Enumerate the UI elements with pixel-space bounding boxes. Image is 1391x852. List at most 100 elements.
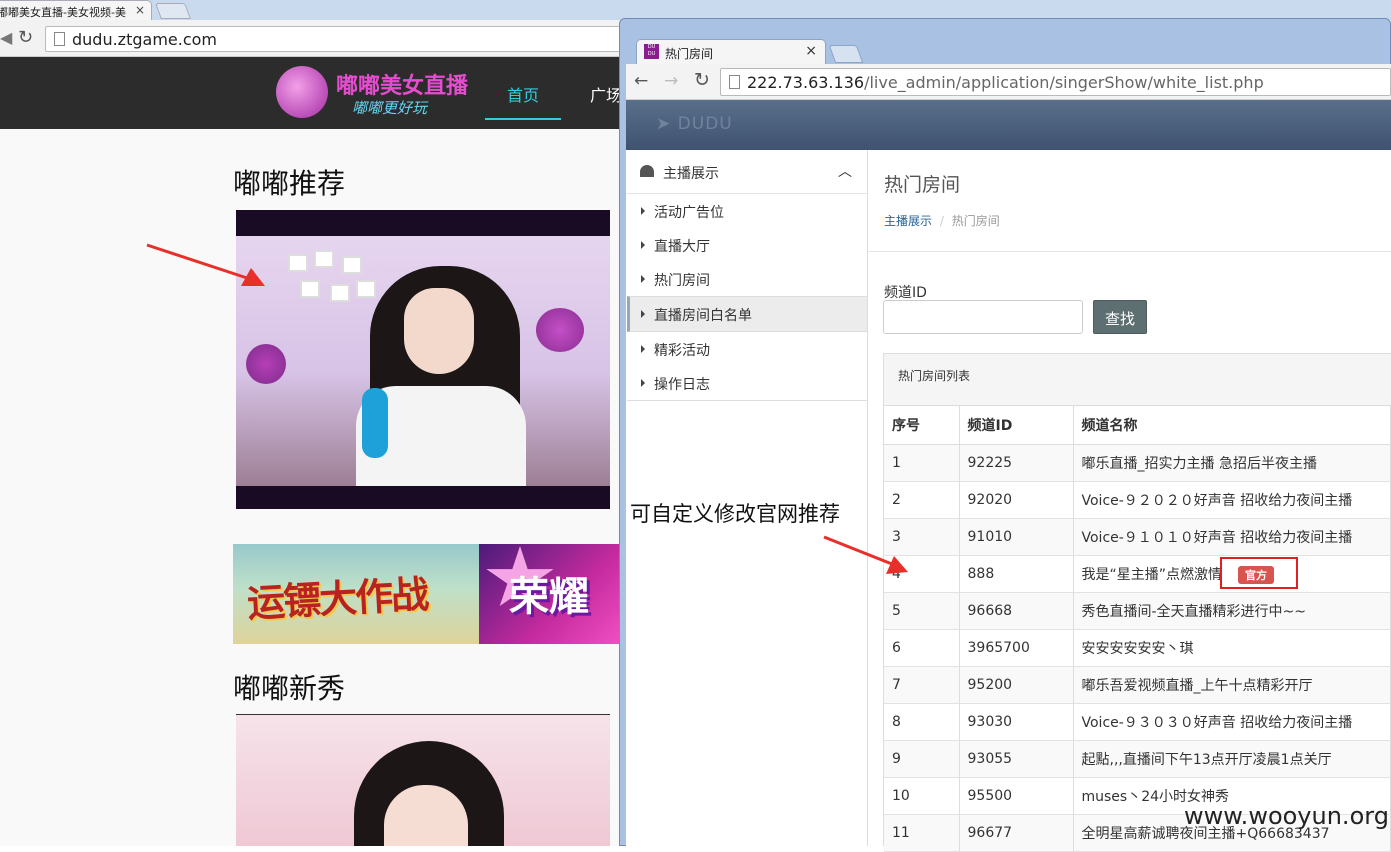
panel-title: 热门房间列表: [884, 354, 1391, 406]
recommended-stream-thumbnail[interactable]: [236, 210, 610, 509]
cell-channel-id-text: 92020: [967, 491, 1013, 508]
cell-no-text: 5: [892, 602, 901, 619]
sidebar-divider: [627, 400, 867, 401]
cell-no: 9: [884, 740, 960, 778]
cell-channel-name-text: Voice-９１０１０好声音 招收给力夜间主播: [1081, 529, 1353, 546]
table-row: 6 3965700 安安安安安安丶琪: [884, 629, 1391, 667]
sidebar-item-label: 直播大厅: [654, 239, 710, 255]
event-banner-glory[interactable]: 荣耀: [479, 544, 620, 644]
cell-channel-id: 96668: [959, 592, 1074, 630]
table-row: 2 92020 Voice-９２０２０好声音 招收给力夜间主播: [884, 481, 1391, 519]
column-header-channel-name: 频道名称: [1073, 406, 1391, 445]
back-browser-tab[interactable]: 嘟嘟美女直播-美女视频-美 ×: [0, 0, 152, 20]
cell-no-text: 1: [892, 454, 901, 471]
sidebar-item-label: 精彩活动: [654, 343, 710, 359]
cell-no-text: 11: [892, 824, 910, 841]
cell-no-text: 7: [892, 676, 901, 693]
cell-channel-name-text: 我是“星主播”点燃激情: [1081, 566, 1223, 583]
cell-no: 8: [884, 703, 960, 741]
caret-right-icon: [641, 275, 645, 283]
cell-no-text: 10: [892, 787, 910, 804]
cell-channel-name-text: 安安安安安安丶琪: [1081, 640, 1194, 657]
cell-channel-name-text: 起點,,,直播间下午13点开厅凌晨1点关厅: [1081, 751, 1332, 768]
caret-right-icon: [641, 345, 645, 353]
cell-channel-name-text: Voice-９３０３０好声音 招收给力夜间主播: [1081, 714, 1353, 731]
cell-channel-id: 93055: [959, 740, 1074, 778]
banner-glory-text: 荣耀: [509, 574, 589, 620]
caret-right-icon: [641, 241, 645, 249]
cell-no: 11: [884, 814, 960, 852]
cell-channel-name-text: 秀色直播间-全天直播精彩进行中~~: [1081, 603, 1307, 620]
front-browser-tab[interactable]: 热门房间 ×: [636, 39, 826, 65]
cell-channel-id-text: 3965700: [967, 639, 1030, 656]
sidebar-item-whitelist[interactable]: 直播房间白名单: [627, 296, 867, 332]
back-url-text: dudu.ztgame.com: [72, 30, 217, 49]
back-address-bar[interactable]: dudu.ztgame.com: [45, 26, 645, 52]
wall-photos: [286, 250, 378, 318]
cell-no-text: 2: [892, 491, 901, 508]
site-logo-title[interactable]: 嘟嘟美女直播: [336, 68, 468, 100]
nav-square-link[interactable]: 广场: [590, 82, 622, 106]
cell-channel-name: 嘟乐直播_招实力主播 急招后半夜主播: [1073, 444, 1391, 482]
chevron-up-icon[interactable]: ︿: [838, 161, 852, 181]
cell-channel-name-text: Voice-９２０２０好声音 招收给力夜间主播: [1081, 492, 1353, 509]
cell-channel-id-text: 96668: [967, 602, 1013, 619]
flower-vase: [246, 344, 286, 384]
admin-brand[interactable]: ➤ DUDU: [656, 114, 733, 134]
cell-channel-name: 安安安安安安丶琪: [1073, 629, 1391, 667]
sidebar-item-ad-slots[interactable]: 活动广告位: [627, 194, 867, 228]
url-path: /live_admin/application/singerShow/white…: [864, 73, 1264, 92]
mascot-logo-icon[interactable]: [276, 66, 328, 118]
back-arrow-icon[interactable]: ←: [634, 71, 648, 91]
reload-icon[interactable]: ↻: [18, 27, 33, 48]
cell-channel-name: 起點,,,直播间下午13点开厅凌晨1点关厅: [1073, 740, 1391, 778]
admin-brand-text: DUDU: [677, 114, 733, 134]
cell-no: 2: [884, 481, 960, 519]
caret-right-icon: [641, 379, 645, 387]
sidebar-item-hot-rooms[interactable]: 热门房间: [627, 262, 867, 296]
column-header-channel-id: 频道ID: [959, 406, 1074, 445]
new-tab-button[interactable]: [155, 3, 191, 19]
search-button[interactable]: 查找: [1093, 300, 1147, 334]
column-header-no: 序号: [884, 406, 960, 445]
event-banner-escort[interactable]: 运镖大作战: [233, 544, 479, 644]
channel-id-input[interactable]: [883, 300, 1083, 334]
cell-channel-name: Voice-９１０１０好声音 招收给力夜间主播: [1073, 518, 1391, 556]
breadcrumb-parent-link[interactable]: 主播展示: [884, 214, 932, 228]
dudu-favicon-icon: DU DU: [644, 44, 659, 59]
table-row: 8 93030 Voice-９３０３０好声音 招收给力夜间主播: [884, 703, 1391, 741]
breadcrumb-current: 热门房间: [951, 214, 1000, 228]
cell-channel-id: 96677: [959, 814, 1074, 852]
sidebar-item-label: 热门房间: [654, 273, 710, 289]
flower-decor: [536, 308, 584, 352]
cell-no: 6: [884, 629, 960, 667]
close-icon[interactable]: ×: [135, 3, 145, 17]
cell-channel-id-text: 92225: [967, 454, 1013, 471]
cell-channel-name: Voice-９２０２０好声音 招收给力夜间主播: [1073, 481, 1391, 519]
cell-channel-id: 888: [959, 555, 1074, 593]
sidebar-item-oplog[interactable]: 操作日志: [627, 366, 867, 400]
reload-icon[interactable]: ↻: [694, 69, 710, 91]
red-arrow-icon: [823, 535, 908, 574]
forward-arrow-icon[interactable]: →: [664, 71, 678, 91]
table-row: 7 95200 嘟乐吾爱视频直播_上午十点精彩开厅: [884, 666, 1391, 704]
page-icon: [729, 75, 740, 89]
table-row: 9 93055 起點,,,直播间下午13点开厅凌晨1点关厅: [884, 740, 1391, 778]
cell-no: 10: [884, 777, 960, 815]
close-icon[interactable]: ×: [805, 43, 817, 59]
dashboard-icon: [640, 165, 654, 177]
sidebar-group-label: 主播展示: [663, 166, 719, 182]
stream-scene: [236, 236, 610, 486]
highlight-box: [1220, 557, 1298, 589]
microphone: [362, 388, 388, 458]
cell-channel-name-text: 嘟乐吾爱视频直播_上午十点精彩开厅: [1081, 677, 1313, 694]
back-arrow-icon[interactable]: ◀: [0, 28, 12, 47]
cell-channel-id: 3965700: [959, 629, 1074, 667]
cell-channel-name: 嘟乐吾爱视频直播_上午十点精彩开厅: [1073, 666, 1391, 704]
new-stream-thumbnail[interactable]: [236, 714, 610, 846]
sidebar-item-live-hall[interactable]: 直播大厅: [627, 228, 867, 262]
sidebar-item-label: 直播房间白名单: [654, 308, 752, 324]
front-address-bar[interactable]: 222.73.63.136/live_admin/application/sin…: [720, 68, 1391, 96]
nav-home-link[interactable]: 首页: [485, 82, 561, 120]
sidebar-item-events[interactable]: 精彩活动: [627, 332, 867, 366]
